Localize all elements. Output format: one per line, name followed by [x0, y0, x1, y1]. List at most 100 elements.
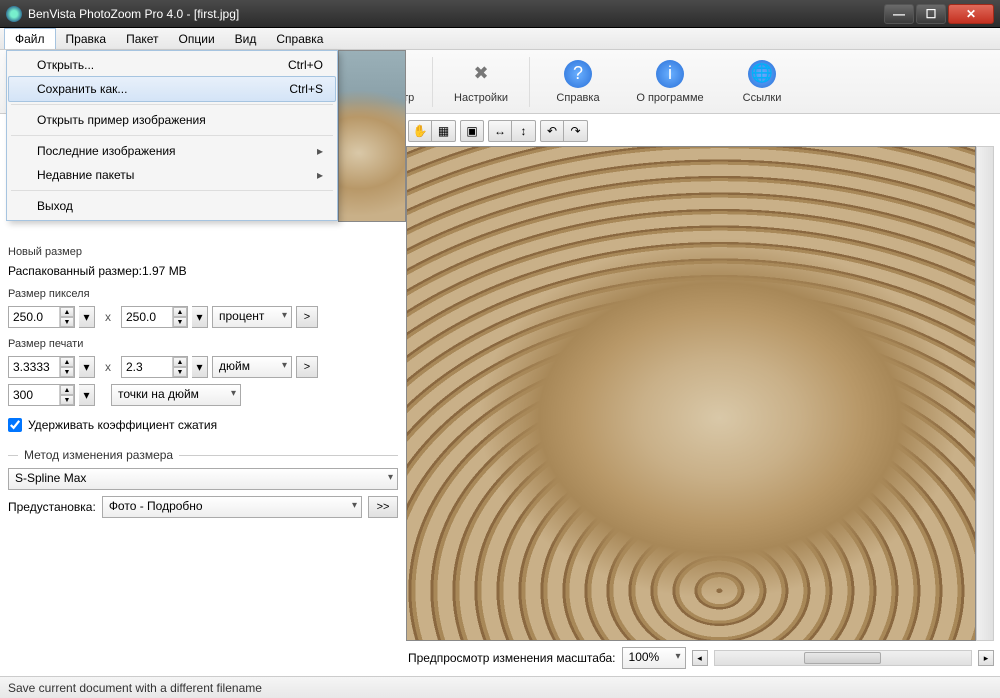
- spin-down-icon[interactable]: ▼: [60, 395, 74, 405]
- preset-expand-button[interactable]: >>: [368, 496, 398, 518]
- file-save-as-label: Сохранить как...: [37, 82, 127, 96]
- spin-down-icon[interactable]: ▼: [173, 317, 187, 327]
- file-open[interactable]: Открыть... Ctrl+O: [9, 53, 335, 77]
- keep-ratio-checkbox[interactable]: [8, 418, 22, 432]
- scroll-right-button[interactable]: ▸: [978, 650, 994, 666]
- file-recent-batches[interactable]: Недавние пакеты ▸: [9, 163, 335, 187]
- resize-method-select[interactable]: S-Spline Max: [8, 468, 398, 490]
- vertical-scrollbar[interactable]: [976, 146, 994, 641]
- toolbar-links-label: Ссылки: [743, 92, 782, 104]
- crop-icon: ▣: [466, 124, 477, 138]
- pixel-height-dropdown[interactable]: ▾: [192, 306, 208, 328]
- hand-tool-button[interactable]: ✋: [408, 120, 432, 142]
- dpi-spinner[interactable]: ▲▼: [59, 385, 74, 405]
- pixel-height-input[interactable]: ▲▼: [121, 306, 188, 328]
- dpi-field[interactable]: [9, 386, 59, 404]
- file-save-as[interactable]: Сохранить как... Ctrl+S: [8, 76, 336, 102]
- menu-edit[interactable]: Правка: [56, 29, 117, 49]
- spin-up-icon[interactable]: ▲: [60, 357, 74, 367]
- file-open-sample[interactable]: Открыть пример изображения: [9, 108, 335, 132]
- pixel-unit-select[interactable]: процент: [212, 306, 292, 328]
- pixel-width-field[interactable]: [9, 308, 59, 326]
- by-label: x: [99, 360, 117, 374]
- toolbar-help-label: Справка: [556, 92, 599, 104]
- file-recent-images[interactable]: Последние изображения ▸: [9, 139, 335, 163]
- print-size-row: ▲▼ ▾ x ▲▼ ▾ дюйм >: [8, 356, 398, 378]
- spin-down-icon[interactable]: ▼: [60, 317, 74, 327]
- spin-down-icon[interactable]: ▼: [60, 367, 74, 377]
- print-height-dropdown[interactable]: ▾: [192, 356, 208, 378]
- file-open-label: Открыть...: [37, 58, 94, 72]
- app-icon: [6, 6, 22, 22]
- print-apply-button[interactable]: >: [296, 356, 318, 378]
- pixel-apply-button[interactable]: >: [296, 306, 318, 328]
- zoom-label: Предпросмотр изменения масштаба:: [408, 651, 616, 665]
- print-width-field[interactable]: [9, 358, 59, 376]
- menu-options[interactable]: Опции: [169, 29, 225, 49]
- window-buttons: — ☐ ✕: [884, 4, 994, 24]
- close-button[interactable]: ✕: [948, 4, 994, 24]
- status-text: Save current document with a different f…: [8, 681, 262, 695]
- pixel-size-row: ▲▼ ▾ x ▲▼ ▾ процент >: [8, 306, 398, 328]
- settings-icon: ✖: [467, 60, 495, 88]
- print-width-spinner[interactable]: ▲▼: [59, 357, 74, 377]
- print-width-dropdown[interactable]: ▾: [79, 356, 95, 378]
- menu-file[interactable]: Файл: [4, 28, 56, 49]
- scroll-left-button[interactable]: ◂: [692, 650, 708, 666]
- toolbar-help[interactable]: ? Справка: [532, 52, 624, 112]
- status-bar: Save current document with a different f…: [0, 676, 1000, 698]
- print-height-input[interactable]: ▲▼: [121, 356, 188, 378]
- pixel-width-spinner[interactable]: ▲▼: [59, 307, 74, 327]
- preview-image[interactable]: [406, 146, 976, 641]
- preset-label: Предустановка:: [8, 500, 96, 514]
- print-height-field[interactable]: [122, 358, 172, 376]
- file-recent-batches-label: Недавние пакеты: [37, 168, 134, 182]
- horizontal-scrollbar[interactable]: [714, 650, 972, 666]
- spin-up-icon[interactable]: ▲: [173, 307, 187, 317]
- toolbar-settings[interactable]: ✖ Настройки: [435, 52, 527, 112]
- file-open-shortcut: Ctrl+O: [288, 58, 323, 72]
- print-unit-select[interactable]: дюйм: [212, 356, 292, 378]
- crop-button[interactable]: ▣: [460, 120, 484, 142]
- title-bar: BenVista PhotoZoom Pro 4.0 - [first.jpg]…: [0, 0, 1000, 28]
- dpi-input[interactable]: ▲▼: [8, 384, 75, 406]
- pixel-height-spinner[interactable]: ▲▼: [172, 307, 187, 327]
- toolbar-links[interactable]: 🌐 Ссылки: [716, 52, 808, 112]
- flip-vertical-button[interactable]: ↕: [512, 120, 536, 142]
- flip-horizontal-button[interactable]: ↔: [488, 120, 512, 142]
- spin-down-icon[interactable]: ▼: [173, 367, 187, 377]
- dpi-dropdown[interactable]: ▾: [79, 384, 95, 406]
- print-height-spinner[interactable]: ▲▼: [172, 357, 187, 377]
- preset-select[interactable]: Фото - Подробно: [102, 496, 362, 518]
- file-exit-label: Выход: [37, 199, 73, 213]
- menu-batch[interactable]: Пакет: [116, 29, 168, 49]
- menu-help[interactable]: Справка: [266, 29, 333, 49]
- help-icon: ?: [564, 60, 592, 88]
- maximize-button[interactable]: ☐: [916, 4, 946, 24]
- dpi-unit-select[interactable]: точки на дюйм: [111, 384, 241, 406]
- original-thumbnail[interactable]: [338, 50, 406, 222]
- menu-view[interactable]: Вид: [225, 29, 267, 49]
- minimize-button[interactable]: —: [884, 4, 914, 24]
- spin-up-icon[interactable]: ▲: [173, 357, 187, 367]
- scrollbar-thumb[interactable]: [804, 652, 881, 664]
- rotate-left-button[interactable]: ↶: [540, 120, 564, 142]
- image-toolbar: ✋ ▦ ▣ ↔ ↕ ↶ ↷: [406, 118, 994, 146]
- rotate-right-button[interactable]: ↷: [564, 120, 588, 142]
- window-title: BenVista PhotoZoom Pro 4.0 - [first.jpg]: [28, 7, 884, 21]
- zoom-select[interactable]: 100%: [622, 647, 686, 669]
- by-label: x: [99, 310, 117, 324]
- preview-bottom-row: Предпросмотр изменения масштаба: 100% ◂ …: [406, 641, 994, 673]
- submenu-arrow-icon: ▸: [317, 144, 323, 158]
- pixel-width-dropdown[interactable]: ▾: [79, 306, 95, 328]
- toolbar-about[interactable]: i О программе: [624, 52, 716, 112]
- spin-up-icon[interactable]: ▲: [60, 307, 74, 317]
- pixel-width-input[interactable]: ▲▼: [8, 306, 75, 328]
- toolbar-separator: [432, 57, 433, 107]
- select-tool-button[interactable]: ▦: [432, 120, 456, 142]
- spin-up-icon[interactable]: ▲: [60, 385, 74, 395]
- print-width-input[interactable]: ▲▼: [8, 356, 75, 378]
- pixel-height-field[interactable]: [122, 308, 172, 326]
- file-exit[interactable]: Выход: [9, 194, 335, 218]
- toolbar-settings-label: Настройки: [454, 92, 508, 104]
